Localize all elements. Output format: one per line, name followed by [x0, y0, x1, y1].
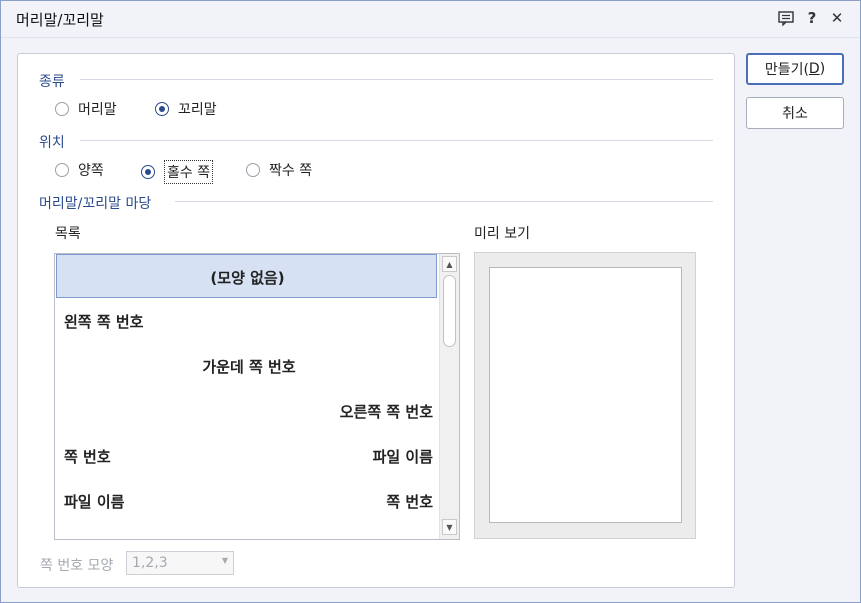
- position-section-label: 위치: [39, 135, 65, 151]
- item-center-text: 가운데 쪽 번호: [202, 358, 296, 376]
- list-scrollbar[interactable]: ▲ ▼: [439, 254, 459, 539]
- create-suffix: ): [819, 61, 826, 77]
- item-left-text: 쪽 번호: [64, 448, 111, 466]
- radio-both-label: 양쪽: [78, 163, 104, 179]
- preview-frame: [474, 252, 696, 539]
- number-format-select[interactable]: 1,2,3 ▼: [126, 551, 234, 575]
- radio-odd-pages[interactable]: 홀수 쪽: [141, 160, 214, 184]
- create-label: 만들기(: [764, 62, 809, 78]
- number-format-value: 1,2,3: [132, 555, 168, 571]
- help-icon[interactable]: ?: [802, 8, 822, 28]
- item-right-text: 쪽 번호: [386, 493, 433, 511]
- radio-footer-label: 꼬리말: [178, 102, 217, 118]
- create-button[interactable]: 만들기(D): [746, 53, 844, 85]
- list-item[interactable]: 오른쪽 쪽 번호: [56, 389, 437, 433]
- scroll-up-icon[interactable]: ▲: [442, 256, 457, 272]
- radio-both-circle[interactable]: [55, 163, 69, 177]
- radio-odd-label: 홀수 쪽: [164, 160, 214, 184]
- dialog-window: 머리말/꼬리말 ? ✕ 종류 머리말 꼬리말 위치 양쪽 홀수 쪽 짝수 쪽 머…: [0, 0, 861, 603]
- radio-even-circle[interactable]: [246, 163, 260, 177]
- item-right-text: 파일 이름: [372, 448, 433, 466]
- radio-header-circle[interactable]: [55, 102, 69, 116]
- gallery-divider: [175, 201, 713, 202]
- title-bar: 머리말/꼬리말 ? ✕: [1, 1, 860, 38]
- gallery-listbox[interactable]: (모양 없음) 왼쪽 쪽 번호 가운데 쪽 번호 오른쪽 쪽 번호 쪽 번호 파…: [54, 253, 460, 540]
- list-label: 목록: [55, 226, 81, 242]
- chevron-down-icon: ▼: [221, 556, 228, 565]
- radio-footer[interactable]: 꼬리말: [155, 99, 217, 119]
- item-left-text: 왼쪽 쪽 번호: [64, 313, 144, 331]
- cancel-label: 취소: [782, 106, 808, 122]
- scroll-thumb[interactable]: [443, 275, 456, 347]
- item-left-text: 파일 이름: [64, 493, 125, 511]
- main-panel: 종류 머리말 꼬리말 위치 양쪽 홀수 쪽 짝수 쪽 머리말/꼬리말 마당 목록…: [17, 53, 735, 588]
- close-icon[interactable]: ✕: [827, 8, 847, 28]
- item-right-text: 오른쪽 쪽 번호: [339, 403, 433, 421]
- number-format-label: 쪽 번호 모양: [40, 558, 114, 574]
- position-divider: [80, 140, 713, 141]
- radio-even-pages[interactable]: 짝수 쪽: [246, 160, 312, 180]
- list-item[interactable]: 가운데 쪽 번호: [56, 344, 437, 388]
- scroll-down-icon[interactable]: ▼: [442, 519, 457, 535]
- radio-header[interactable]: 머리말: [55, 99, 117, 119]
- dialog-title: 머리말/꼬리말: [16, 11, 104, 29]
- list-item[interactable]: 파일 이름 쪽 번호: [56, 479, 437, 523]
- radio-even-label: 짝수 쪽: [269, 163, 313, 179]
- radio-footer-circle[interactable]: [155, 102, 169, 116]
- preview-page: [489, 267, 682, 523]
- cancel-button[interactable]: 취소: [746, 97, 844, 129]
- kind-divider: [80, 79, 713, 80]
- radio-odd-circle[interactable]: [141, 165, 155, 179]
- radio-header-label: 머리말: [78, 102, 117, 118]
- radio-both-pages[interactable]: 양쪽: [55, 160, 104, 180]
- item-center-text: (모양 없음): [210, 269, 285, 287]
- list-item[interactable]: (모양 없음): [56, 254, 437, 298]
- kind-section-label: 종류: [39, 74, 65, 90]
- preview-label: 미리 보기: [474, 226, 530, 242]
- comment-icon[interactable]: [776, 8, 796, 28]
- gallery-section-label: 머리말/꼬리말 마당: [39, 196, 152, 212]
- create-mnemonic: D: [808, 61, 820, 77]
- list-item[interactable]: 왼쪽 쪽 번호: [56, 299, 437, 343]
- list-item[interactable]: 쪽 번호 파일 이름: [56, 434, 437, 478]
